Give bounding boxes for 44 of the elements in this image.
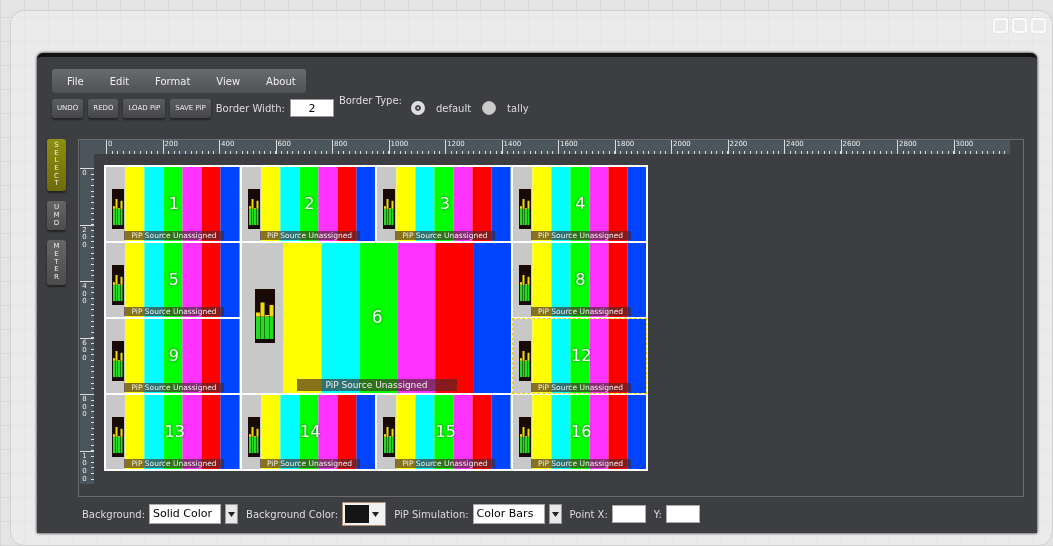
field-label: Border Width: — [215, 102, 285, 114]
field-label: PiP Simulation: — [394, 508, 469, 520]
radio-button[interactable] — [482, 101, 497, 115]
dropdown-button[interactable] — [548, 504, 562, 524]
video-tile[interactable]: 6 PiP Source Unassigned — [240, 242, 512, 394]
input-field[interactable] — [611, 505, 646, 523]
tile-number: 9 — [168, 345, 179, 365]
tile-number: 3 — [439, 193, 450, 213]
color-picker[interactable] — [342, 502, 387, 526]
caret-icon — [551, 511, 559, 517]
field-label: Background Color: — [246, 508, 339, 520]
caret-icon — [372, 511, 380, 517]
audio-meter-icon — [383, 417, 395, 457]
radio-label: default — [435, 102, 472, 114]
audio-meter-icon — [112, 265, 124, 305]
tile-number: 6 — [371, 307, 383, 327]
tile-number: 1 — [168, 193, 179, 213]
input-field[interactable] — [666, 505, 700, 523]
menu-item[interactable]: About — [254, 75, 308, 87]
field-label: Background: — [82, 508, 146, 520]
dropdown-button[interactable] — [225, 504, 239, 524]
tile-caption: PiP Source Unassigned — [296, 379, 457, 391]
select-field[interactable]: Solid Color — [149, 504, 222, 524]
tile-number: 8 — [575, 269, 586, 289]
menu-item[interactable]: View — [204, 75, 253, 87]
tile-number: 2 — [304, 193, 315, 213]
audio-meter-icon — [383, 189, 395, 229]
tile-number: 4 — [575, 193, 586, 213]
menu-item[interactable]: Format — [143, 75, 203, 87]
tile-number: 5 — [168, 269, 179, 289]
field-label: Border Type: — [338, 95, 402, 106]
menu-item[interactable]: Edit — [97, 75, 142, 87]
audio-meter-icon — [112, 341, 124, 381]
radio-button[interactable] — [410, 101, 425, 115]
audio-meter-icon — [254, 289, 275, 343]
field-label: Y: — [653, 508, 662, 520]
field-label: Point X: — [569, 508, 608, 520]
menu-item[interactable]: File — [55, 75, 96, 87]
audio-meter-icon — [112, 189, 124, 229]
caret-icon — [228, 511, 236, 517]
select-field[interactable]: Color Bars — [472, 504, 545, 524]
audio-meter-icon — [112, 417, 124, 457]
radio-label: tally — [507, 102, 529, 114]
input-field[interactable]: 2 — [289, 99, 334, 117]
